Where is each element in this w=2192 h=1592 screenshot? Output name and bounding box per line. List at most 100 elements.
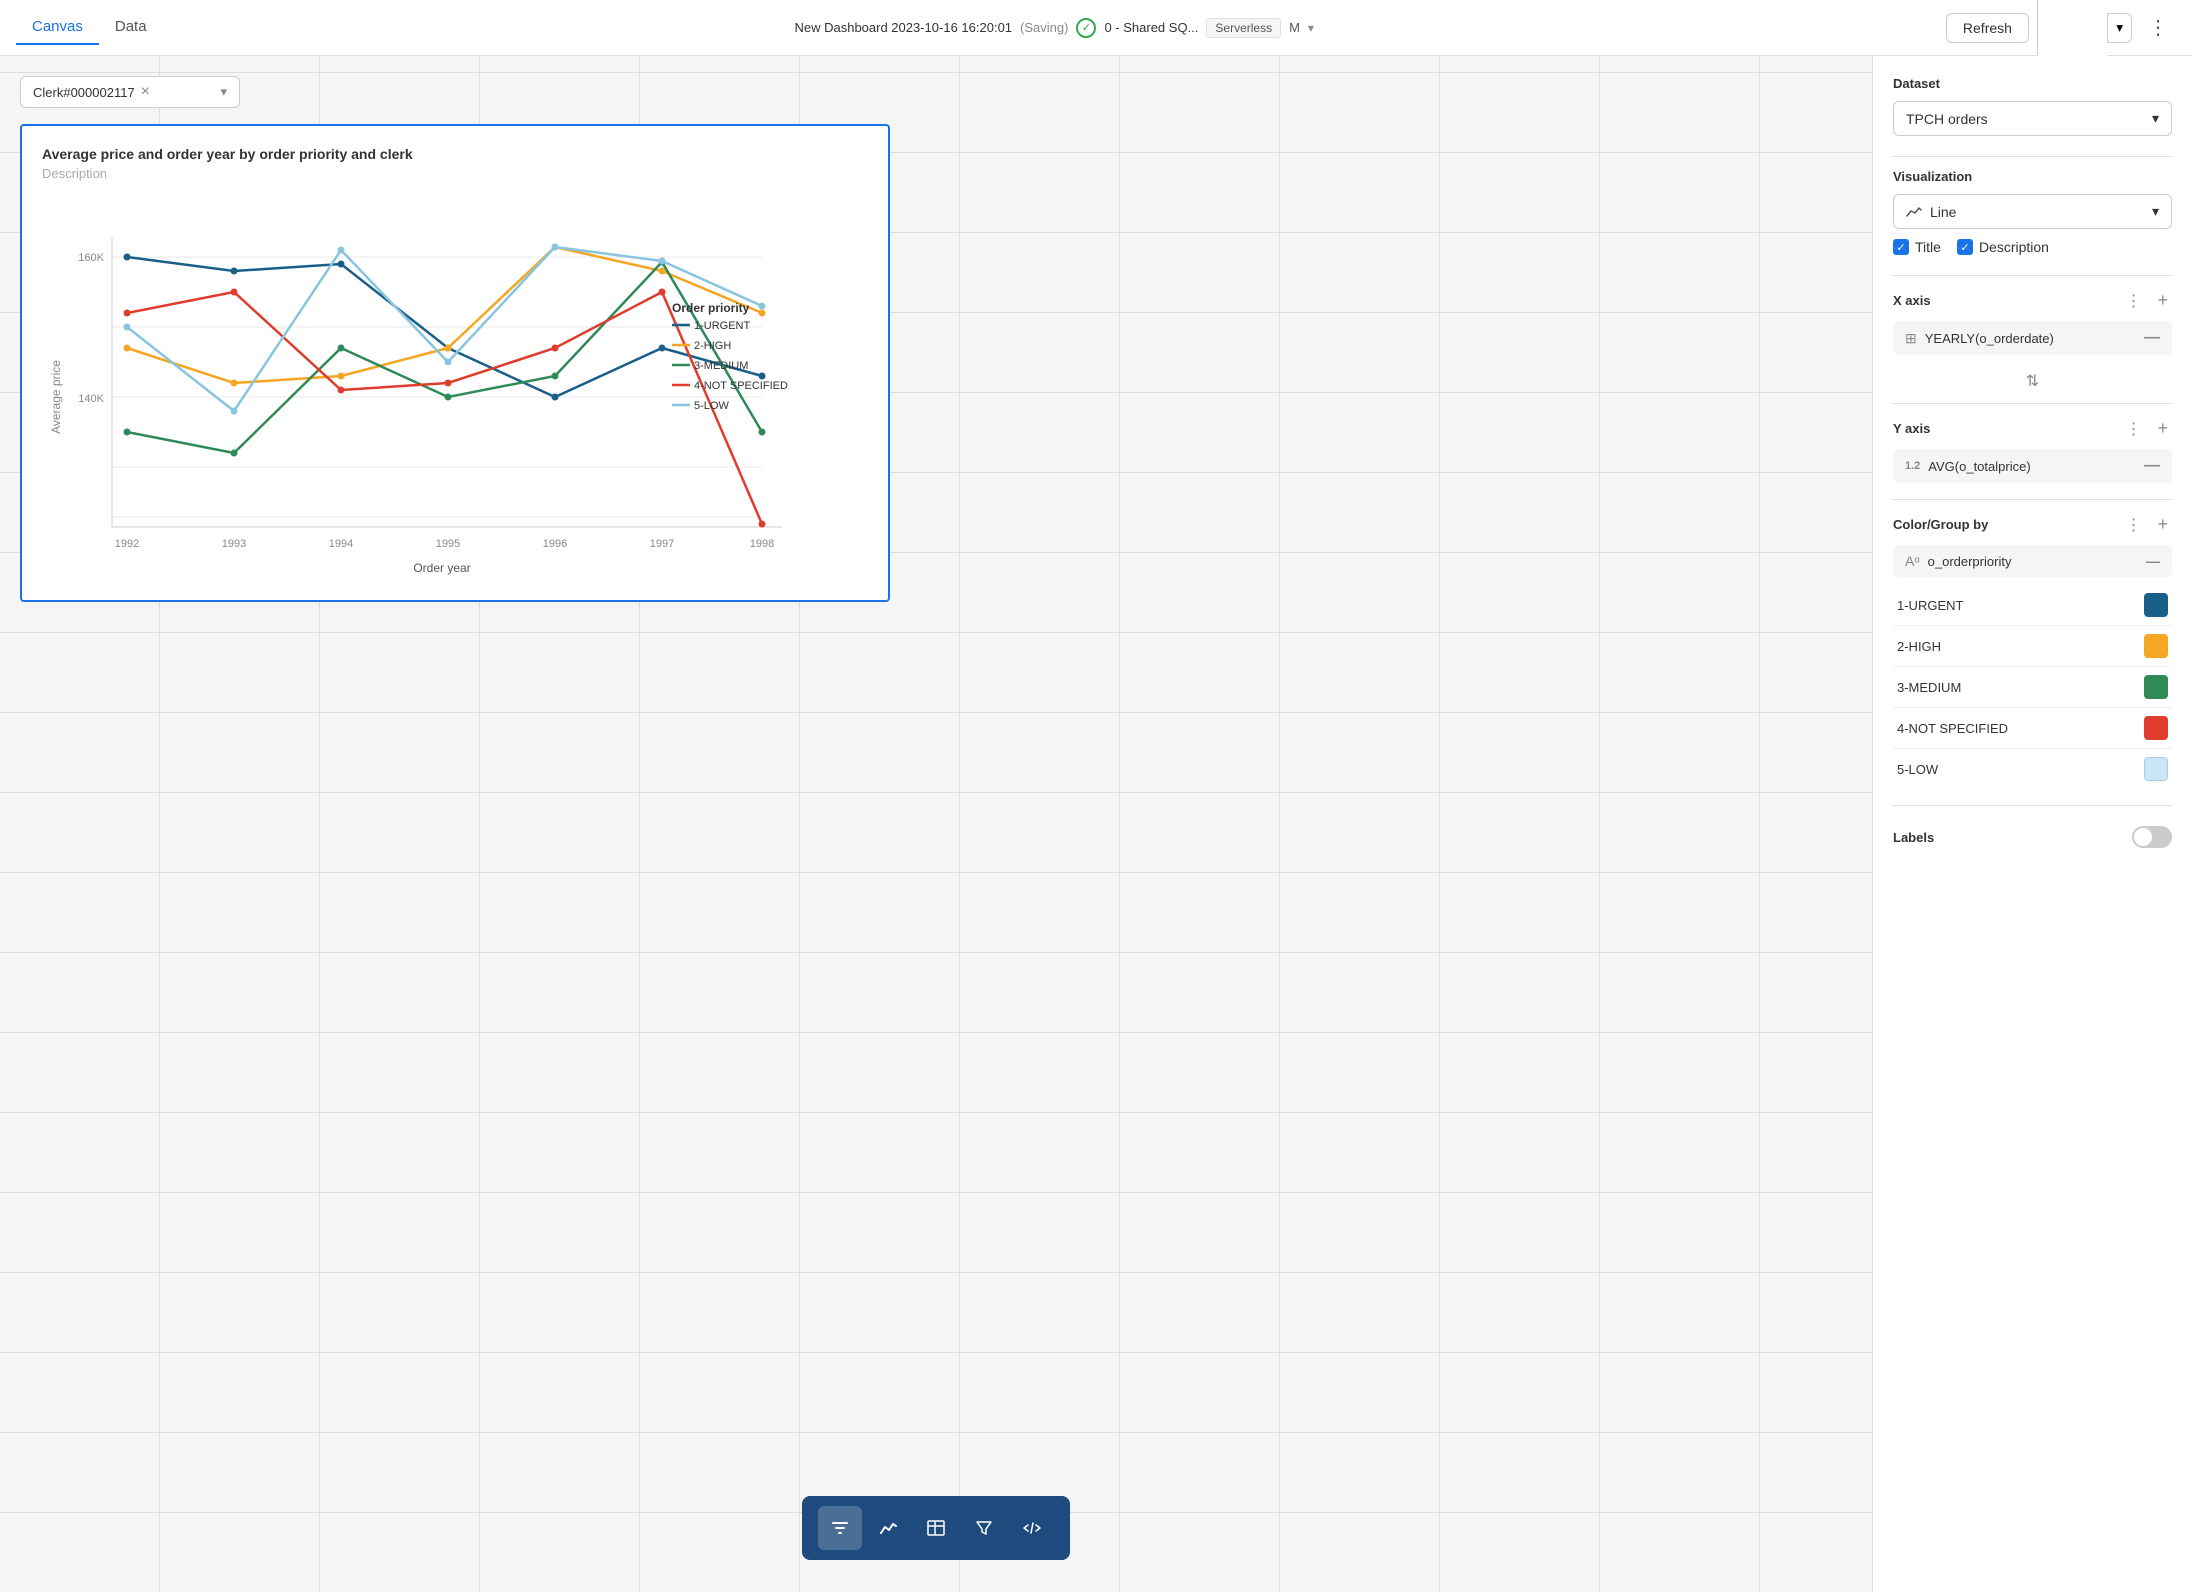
divider-1 bbox=[1893, 156, 2172, 157]
x-axis-remove-button[interactable]: — bbox=[2144, 329, 2160, 347]
dataset-dropdown[interactable]: TPCH orders ▾ bbox=[1893, 101, 2172, 136]
header-center: New Dashboard 2023-10-16 16:20:01 (Savin… bbox=[187, 18, 1922, 38]
share-dropdown-button[interactable]: ▾ bbox=[2107, 13, 2132, 43]
x-axis-more-button[interactable]: ⋮ bbox=[2121, 289, 2145, 313]
x-axis-field-label: YEARLY(o_orderdate) bbox=[1925, 331, 2136, 346]
serverless-badge: Serverless bbox=[1206, 18, 1281, 38]
header-tabs: Canvas Data bbox=[16, 10, 163, 45]
right-panel: Dataset TPCH orders ▾ Visualization Line… bbox=[1872, 56, 2192, 1592]
svg-text:1997: 1997 bbox=[650, 538, 674, 550]
color-group-header: Color/Group by ⋮ + bbox=[1893, 512, 2172, 537]
x-axis-section: X axis ⋮ + ⊞ YEARLY(o_orderdate) — bbox=[1893, 288, 2172, 355]
y-axis-header: Y axis ⋮ + bbox=[1893, 416, 2172, 441]
priority-medium-label: 3-MEDIUM bbox=[1897, 680, 1961, 695]
svg-text:5-LOW: 5-LOW bbox=[694, 400, 729, 412]
dataset-section-label: Dataset bbox=[1893, 76, 2172, 91]
y-axis-section: Y axis ⋮ + 1.2 AVG(o_totalprice) — bbox=[1893, 416, 2172, 483]
priority-medium-swatch[interactable] bbox=[2144, 675, 2168, 699]
y-axis-more-button[interactable]: ⋮ bbox=[2121, 417, 2145, 441]
y-axis-add-button[interactable]: + bbox=[2153, 416, 2172, 441]
filter-dropdown-icon[interactable]: ▾ bbox=[220, 84, 227, 100]
header: Canvas Data New Dashboard 2023-10-16 16:… bbox=[0, 0, 2192, 56]
color-group-remove-button[interactable]: — bbox=[2146, 553, 2160, 569]
chart-icon bbox=[878, 1518, 898, 1538]
chart-container: Average price 160K 140K 1992 1993 1994 1… bbox=[42, 197, 868, 580]
toolbar-table-button[interactable] bbox=[914, 1506, 958, 1550]
priority-list: 1-URGENT 2-HIGH 3-MEDIUM 4-NOT SPECIFIED… bbox=[1893, 585, 2172, 789]
color-group-actions: ⋮ + bbox=[2121, 512, 2172, 537]
priority-item-low: 5-LOW bbox=[1893, 749, 2172, 789]
title-checkbox[interactable]: Title bbox=[1893, 239, 1941, 255]
x-axis-add-button[interactable]: + bbox=[2153, 288, 2172, 313]
connection-label: 0 - Shared SQ... bbox=[1104, 20, 1198, 35]
labels-toggle[interactable] bbox=[2132, 826, 2172, 848]
chart-title: Average price and order year by order pr… bbox=[42, 146, 868, 162]
mode-badge: M bbox=[1289, 20, 1300, 35]
chart-card: Average price and order year by order pr… bbox=[20, 124, 890, 602]
svg-text:1994: 1994 bbox=[329, 538, 353, 550]
priority-item-not-specified: 4-NOT SPECIFIED bbox=[1893, 708, 2172, 749]
bottom-toolbar bbox=[802, 1496, 1070, 1560]
line-chart-icon bbox=[1906, 204, 1922, 220]
description-checkbox[interactable]: Description bbox=[1957, 239, 2049, 255]
svg-text:1998: 1998 bbox=[750, 538, 774, 550]
swap-axes-button[interactable]: ⇅ bbox=[1893, 371, 2172, 391]
priority-item-urgent: 1-URGENT bbox=[1893, 585, 2172, 626]
y-axis-field-item: 1.2 AVG(o_totalprice) — bbox=[1893, 449, 2172, 483]
svg-text:Average price: Average price bbox=[49, 360, 63, 434]
x-axis-actions: ⋮ + bbox=[2121, 288, 2172, 313]
filter-tag[interactable]: Clerk#000002117 × ▾ bbox=[20, 76, 240, 108]
priority-low-swatch[interactable] bbox=[2144, 757, 2168, 781]
dataset-section: Dataset TPCH orders ▾ bbox=[1893, 76, 2172, 136]
table-icon bbox=[926, 1518, 946, 1538]
priority-item-medium: 3-MEDIUM bbox=[1893, 667, 2172, 708]
filter-icon bbox=[830, 1518, 850, 1538]
viz-section-label: Visualization bbox=[1893, 169, 2172, 184]
refresh-button[interactable]: Refresh bbox=[1946, 13, 2029, 43]
svg-text:1996: 1996 bbox=[543, 538, 567, 550]
y-axis-remove-button[interactable]: — bbox=[2144, 457, 2160, 475]
canvas-area: Clerk#000002117 × ▾ Average price and or… bbox=[0, 56, 1872, 1592]
x-axis-field-item: ⊞ YEARLY(o_orderdate) — bbox=[1893, 321, 2172, 355]
saving-text: (Saving) bbox=[1020, 20, 1068, 35]
filter-remove-icon[interactable]: × bbox=[141, 83, 150, 101]
svg-text:1993: 1993 bbox=[222, 538, 246, 550]
toolbar-funnel-button[interactable] bbox=[962, 1506, 1006, 1550]
dataset-dropdown-icon: ▾ bbox=[2152, 110, 2159, 127]
visualization-section: Visualization Line ▾ Title Description bbox=[1893, 169, 2172, 255]
tab-canvas[interactable]: Canvas bbox=[16, 10, 99, 45]
status-icon: ✓ bbox=[1076, 18, 1096, 38]
more-options-button[interactable]: ⋮ bbox=[2140, 11, 2176, 44]
y-axis-label: Y axis bbox=[1893, 421, 1930, 436]
svg-text:1992: 1992 bbox=[115, 538, 139, 550]
y-axis-field-label: AVG(o_totalprice) bbox=[1928, 459, 2136, 474]
priority-urgent-label: 1-URGENT bbox=[1897, 598, 1963, 613]
color-group-label: Color/Group by bbox=[1893, 517, 1988, 532]
toolbar-chart-button[interactable] bbox=[866, 1506, 910, 1550]
mode-dropdown-icon[interactable]: ▾ bbox=[1308, 21, 1314, 35]
priority-not-specified-swatch[interactable] bbox=[2144, 716, 2168, 740]
chart-description: Description bbox=[42, 166, 868, 181]
color-group-add-button[interactable]: + bbox=[2153, 512, 2172, 537]
x-axis-header: X axis ⋮ + bbox=[1893, 288, 2172, 313]
priority-urgent-swatch[interactable] bbox=[2144, 593, 2168, 617]
divider-5 bbox=[1893, 805, 2172, 806]
description-checkbox-label: Description bbox=[1979, 239, 2049, 255]
svg-text:140K: 140K bbox=[78, 393, 104, 405]
toolbar-filter-button[interactable] bbox=[818, 1506, 862, 1550]
x-axis-label: X axis bbox=[1893, 293, 1931, 308]
color-group-more-button[interactable]: ⋮ bbox=[2121, 513, 2145, 537]
priority-high-swatch[interactable] bbox=[2144, 634, 2168, 658]
viz-checkboxes: Title Description bbox=[1893, 239, 2172, 255]
viz-type-value: Line bbox=[1906, 204, 1956, 220]
text-icon: Aᵅ bbox=[1905, 553, 1920, 569]
priority-low-label: 5-LOW bbox=[1897, 762, 1938, 777]
toolbar-code-button[interactable] bbox=[1010, 1506, 1054, 1550]
divider-2 bbox=[1893, 275, 2172, 276]
color-group-field-item: Aᵅ o_orderpriority — bbox=[1893, 545, 2172, 577]
viz-type-dropdown[interactable]: Line ▾ bbox=[1893, 194, 2172, 229]
tab-data[interactable]: Data bbox=[99, 10, 163, 45]
priority-item-high: 2-HIGH bbox=[1893, 626, 2172, 667]
svg-text:1-URGENT: 1-URGENT bbox=[694, 320, 751, 332]
dashboard-title: New Dashboard 2023-10-16 16:20:01 bbox=[794, 20, 1012, 35]
